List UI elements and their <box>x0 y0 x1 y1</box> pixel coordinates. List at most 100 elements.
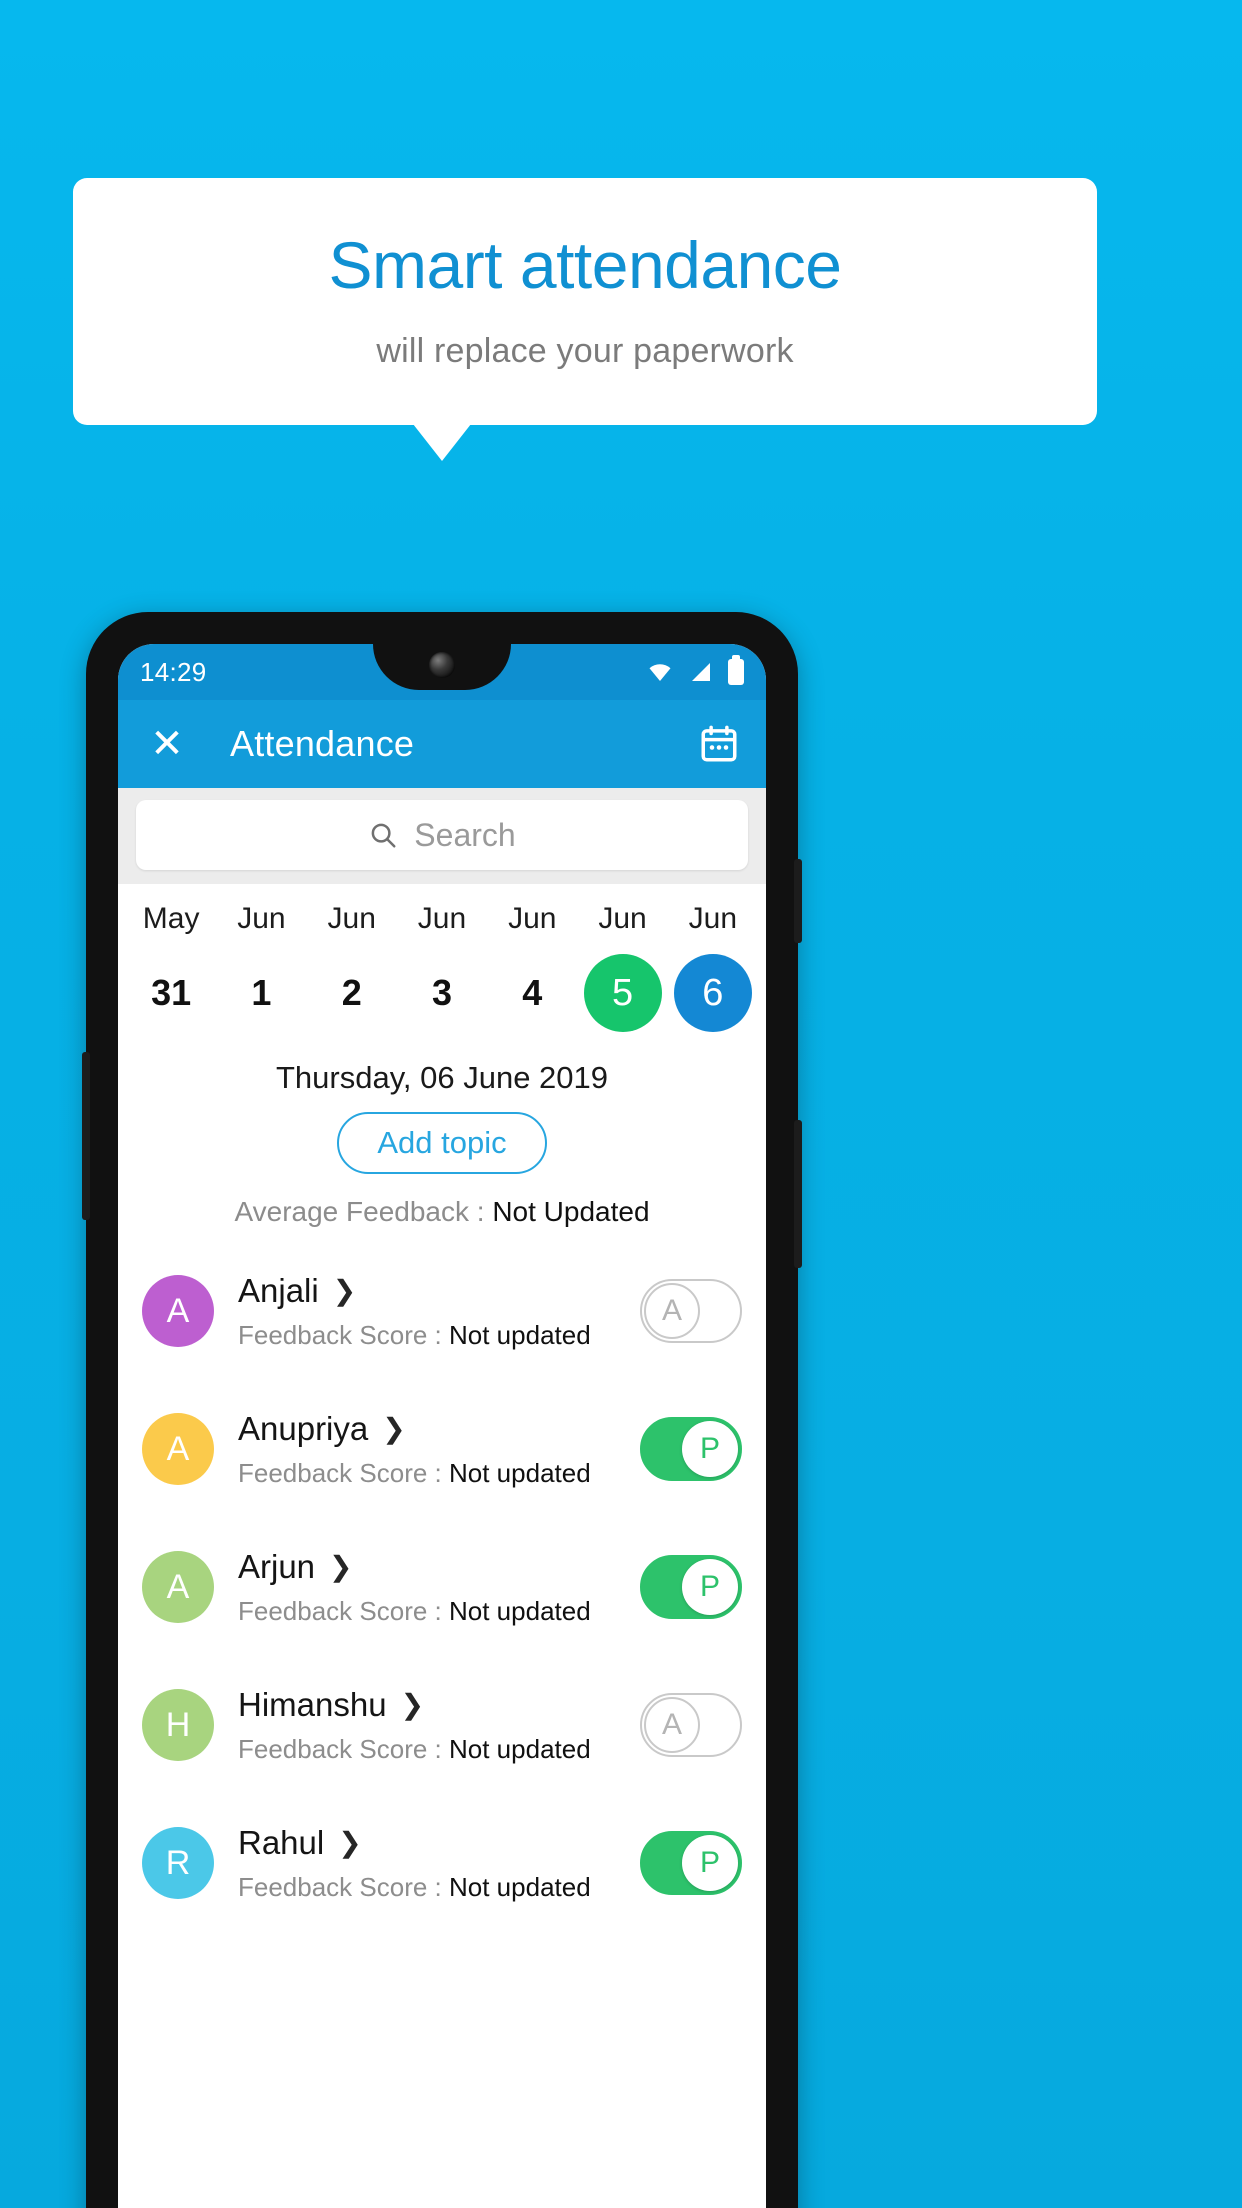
status-bar: 14:29 <box>118 644 766 700</box>
student-info: Anjali ❯ Feedback Score : Not updated <box>238 1272 640 1351</box>
table-row[interactable]: A Anjali ❯ Feedback Score : Not updated … <box>118 1242 766 1380</box>
phone-power-button <box>794 859 802 943</box>
phone-notch <box>373 644 511 690</box>
student-feedback: Feedback Score : Not updated <box>238 1458 640 1489</box>
avatar: A <box>142 1551 214 1623</box>
feedback-score-value: Not updated <box>449 1733 591 1764</box>
close-icon[interactable]: ✕ <box>144 721 190 767</box>
date-cell-selected-blue[interactable]: Jun 6 <box>668 902 758 1032</box>
chevron-right-icon[interactable]: ❯ <box>329 1552 352 1581</box>
page-title: Attendance <box>230 723 415 764</box>
student-name-row: Arjun ❯ <box>238 1548 640 1586</box>
attendance-toggle[interactable]: P <box>640 1555 742 1619</box>
chevron-right-icon[interactable]: ❯ <box>382 1414 405 1443</box>
phone-side-button <box>82 1052 90 1220</box>
feedback-score-label: Feedback Score : <box>238 1733 449 1764</box>
date-cell[interactable]: Jun 3 <box>397 902 487 1032</box>
feedback-score-value: Not updated <box>449 1457 591 1488</box>
student-feedback: Feedback Score : Not updated <box>238 1734 640 1765</box>
date-cell-selected-green[interactable]: Jun 5 <box>577 902 667 1032</box>
avatar: R <box>142 1827 214 1899</box>
front-camera <box>429 652 455 678</box>
student-feedback: Feedback Score : Not updated <box>238 1872 640 1903</box>
battery-icon <box>728 655 744 685</box>
add-topic-button[interactable]: Add topic <box>337 1112 547 1174</box>
student-name: Anjali <box>238 1271 319 1309</box>
student-info: Rahul ❯ Feedback Score : Not updated <box>238 1824 640 1903</box>
feedback-score-label: Feedback Score : <box>238 1319 449 1350</box>
search-icon <box>371 823 396 848</box>
date-cell[interactable]: Jun 4 <box>487 902 577 1032</box>
student-name-row: Anjali ❯ <box>238 1272 640 1310</box>
student-info: Himanshu ❯ Feedback Score : Not updated <box>238 1686 640 1765</box>
attendance-toggle[interactable]: P <box>640 1831 742 1895</box>
date-cell[interactable]: Jun 1 <box>216 902 306 1032</box>
average-feedback-label: Average Feedback : <box>234 1196 493 1227</box>
student-name-row: Himanshu ❯ <box>238 1686 640 1724</box>
table-row[interactable]: H Himanshu ❯ Feedback Score : Not update… <box>118 1656 766 1794</box>
promo-subtitle: will replace your paperwork <box>376 332 794 370</box>
promo-bubble-tail <box>413 424 471 461</box>
date-month: Jun <box>417 902 467 935</box>
phone-volume-button <box>794 1120 802 1268</box>
student-name: Himanshu <box>238 1685 387 1723</box>
attendance-toggle-knob: A <box>644 1283 700 1339</box>
feedback-score-value: Not updated <box>449 1595 591 1626</box>
date-month: Jun <box>237 902 286 935</box>
feedback-score-value: Not updated <box>449 1871 591 1902</box>
date-day: 31 <box>151 972 192 1013</box>
chevron-right-icon[interactable]: ❯ <box>401 1690 424 1719</box>
feedback-score-value: Not updated <box>449 1319 591 1350</box>
student-name: Anupriya <box>238 1409 369 1447</box>
student-info: Anupriya ❯ Feedback Score : Not updated <box>238 1410 640 1489</box>
student-info: Arjun ❯ Feedback Score : Not updated <box>238 1548 640 1627</box>
chevron-right-icon[interactable]: ❯ <box>338 1828 361 1857</box>
selected-date-label: Thursday, 06 June 2019 <box>275 1060 609 1095</box>
date-month: Jun <box>598 902 647 935</box>
calendar-icon[interactable] <box>698 723 740 765</box>
search-placeholder: Search <box>414 816 516 853</box>
search-input[interactable]: Search <box>136 800 748 870</box>
date-cell[interactable]: May 31 <box>126 902 216 1032</box>
date-month: Jun <box>688 902 738 935</box>
student-feedback: Feedback Score : Not updated <box>238 1596 640 1627</box>
student-name-row: Rahul ❯ <box>238 1824 640 1862</box>
avatar: A <box>142 1413 214 1485</box>
date-strip: May 31 Jun 1 Jun 2 Jun 3 Jun 4 Jun 5 Jun… <box>118 884 766 1038</box>
app-bar: ✕ Attendance <box>118 700 766 788</box>
attendance-toggle-knob: P <box>682 1559 738 1615</box>
average-feedback-value: Not Updated <box>492 1196 650 1227</box>
attendance-toggle-knob: P <box>682 1421 738 1477</box>
date-cell[interactable]: Jun 2 <box>307 902 397 1032</box>
date-month: Jun <box>508 902 557 935</box>
chevron-right-icon[interactable]: ❯ <box>333 1276 356 1305</box>
date-day: 2 <box>341 972 362 1013</box>
status-time: 14:29 <box>140 656 207 687</box>
date-day: 3 <box>431 972 452 1013</box>
add-topic-area: Add topic <box>118 1096 766 1174</box>
attendance-toggle[interactable]: P <box>640 1417 742 1481</box>
date-month: May <box>142 902 200 935</box>
feedback-score-label: Feedback Score : <box>238 1871 449 1902</box>
student-feedback: Feedback Score : Not updated <box>238 1320 640 1351</box>
date-month: Jun <box>327 902 376 935</box>
attendance-toggle-knob: P <box>682 1835 738 1891</box>
attendance-toggle[interactable]: A <box>640 1279 742 1343</box>
attendance-toggle[interactable]: A <box>640 1693 742 1757</box>
avatar: H <box>142 1689 214 1761</box>
avatar: A <box>142 1275 214 1347</box>
date-day: 4 <box>522 972 543 1013</box>
table-row[interactable]: R Rahul ❯ Feedback Score : Not updated P <box>118 1794 766 1932</box>
promo-title: Smart attendance <box>328 228 842 302</box>
search-area: Search <box>118 788 766 884</box>
table-row[interactable]: A Anupriya ❯ Feedback Score : Not update… <box>118 1380 766 1518</box>
date-day: 6 <box>673 954 752 1032</box>
feedback-score-label: Feedback Score : <box>238 1457 449 1488</box>
student-name-row: Anupriya ❯ <box>238 1410 640 1448</box>
signal-icon <box>692 663 710 681</box>
wifi-icon <box>649 664 671 681</box>
promo-bubble: Smart attendance will replace your paper… <box>73 178 1097 425</box>
table-row[interactable]: A Arjun ❯ Feedback Score : Not updated P <box>118 1518 766 1656</box>
student-list: A Anjali ❯ Feedback Score : Not updated … <box>118 1242 766 1932</box>
phone-device: 14:29 ✕ Attendance Search May 31 Jun 1 J… <box>82 612 802 2208</box>
